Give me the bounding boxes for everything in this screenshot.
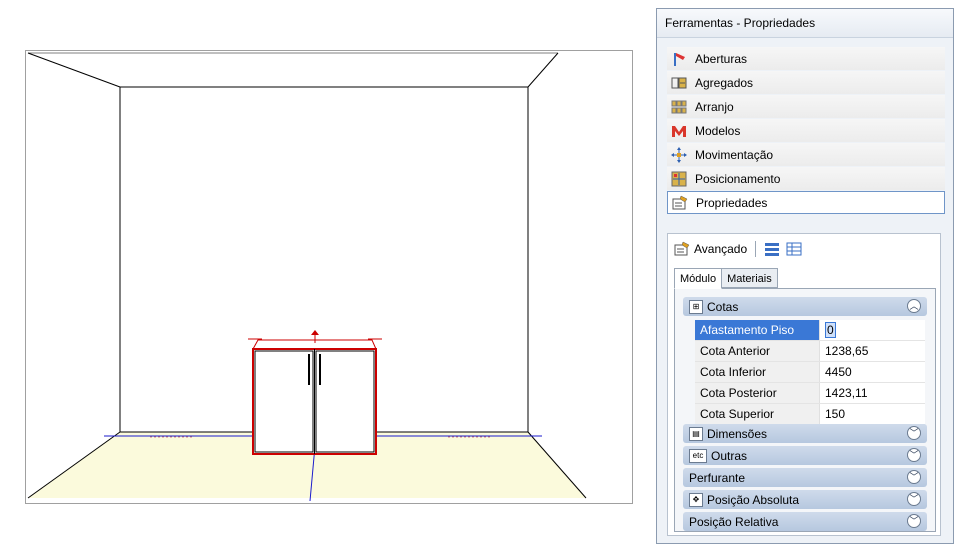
group-cotas[interactable]: ⊞ Cotas ︿ xyxy=(683,297,927,316)
advanced-properties-box: Avançado Módulo Materiais ⊞ Cotas ︿ Afas… xyxy=(667,233,941,536)
cabinet-module[interactable] xyxy=(248,330,382,455)
group-label: Posição Absoluta xyxy=(707,492,800,507)
property-value[interactable]: 0 xyxy=(819,320,925,340)
positioning-icon xyxy=(671,171,687,187)
advanced-toolbar: Avançado xyxy=(668,234,940,265)
tool-item-arranjo[interactable]: Arranjo xyxy=(667,95,945,118)
property-name: Cota Superior xyxy=(695,404,819,424)
tab-content: ⊞ Cotas ︿ Afastamento Piso 0 Cota Anteri… xyxy=(674,288,936,532)
etc-icon: etc xyxy=(689,448,707,463)
tool-label: Agregados xyxy=(695,75,754,90)
room-scene[interactable] xyxy=(26,51,634,505)
tool-label: Aberturas xyxy=(695,51,748,66)
property-value[interactable]: 1423,11 xyxy=(819,383,925,403)
tool-item-movimentacao[interactable]: Movimentação xyxy=(667,143,945,166)
tool-label: Movimentação xyxy=(695,147,774,162)
arrangement-icon xyxy=(671,99,687,115)
tool-item-propriedades[interactable]: Propriedades xyxy=(667,191,945,214)
property-row[interactable]: Afastamento Piso 0 xyxy=(695,320,925,341)
chevron-up-icon[interactable]: ︿ xyxy=(907,299,921,313)
ceiling-edge-right xyxy=(527,52,559,88)
tool-list: Aberturas Agregados Arranjo Modelos Movi… xyxy=(667,47,945,215)
ceiling-edge-left xyxy=(27,52,121,88)
categorized-view-icon[interactable] xyxy=(764,241,780,257)
group-outras[interactable]: etc Outras ﹀ xyxy=(683,446,927,465)
group-label: Cotas xyxy=(707,299,739,314)
advanced-label[interactable]: Avançado xyxy=(694,242,747,256)
tool-item-modelos[interactable]: Modelos xyxy=(667,119,945,142)
3d-viewport[interactable] xyxy=(25,50,633,504)
dimensions-icon: ▤ xyxy=(689,426,703,441)
property-name: Cota Inferior xyxy=(695,362,819,382)
chevron-down-icon[interactable]: ﹀ xyxy=(907,426,921,440)
properties-icon xyxy=(672,195,688,211)
property-name: Afastamento Piso xyxy=(695,320,819,340)
grid-view-icon[interactable] xyxy=(786,241,802,257)
group-perfurante[interactable]: Perfurante ﹀ xyxy=(683,468,927,487)
group-label: Outras xyxy=(711,448,748,463)
aggregates-icon xyxy=(671,75,687,91)
chevron-down-icon[interactable]: ﹀ xyxy=(907,492,921,506)
property-row[interactable]: Cota Anterior 1238,65 xyxy=(695,341,925,362)
toolbar-separator xyxy=(755,241,757,257)
tool-label: Modelos xyxy=(695,123,741,138)
chevron-down-icon[interactable]: ﹀ xyxy=(907,514,921,528)
tool-label: Posicionamento xyxy=(695,171,781,186)
group-dimensoes[interactable]: ▤ Dimensões ﹀ xyxy=(683,424,927,443)
property-row[interactable]: Cota Inferior 4450 xyxy=(695,362,925,383)
group-posicao-relativa[interactable]: Posição Relativa ﹀ xyxy=(683,512,927,531)
openings-icon xyxy=(671,51,687,67)
group-label: Dimensões xyxy=(707,426,768,441)
group-posicao-absoluta[interactable]: ✥ Posição Absoluta ﹀ xyxy=(683,490,927,509)
group-label: Posição Relativa xyxy=(689,514,779,529)
tool-item-aberturas[interactable]: Aberturas xyxy=(667,47,945,70)
group-label: Perfurante xyxy=(689,470,746,485)
property-value-text[interactable]: 0 xyxy=(825,322,836,338)
tab-modulo[interactable]: Módulo xyxy=(674,268,723,289)
tab-strip: Módulo Materiais xyxy=(674,268,778,289)
property-grid: Afastamento Piso 0 Cota Anterior 1238,65… xyxy=(695,320,925,425)
dimensions-icon: ⊞ xyxy=(689,299,703,314)
property-name: Cota Anterior xyxy=(695,341,819,361)
tool-label: Arranjo xyxy=(695,99,734,114)
tools-properties-panel: Ferramentas - Propriedades Aberturas Agr… xyxy=(656,8,954,544)
tool-item-posicionamento[interactable]: Posicionamento xyxy=(667,167,945,190)
properties-icon xyxy=(674,241,690,257)
models-icon xyxy=(671,123,687,139)
panel-title: Ferramentas - Propriedades xyxy=(657,9,953,38)
property-value[interactable]: 150 xyxy=(819,404,925,424)
move-icon xyxy=(671,146,687,163)
property-name: Cota Posterior xyxy=(695,383,819,403)
property-value[interactable]: 4450 xyxy=(819,362,925,382)
chevron-down-icon[interactable]: ﹀ xyxy=(907,470,921,484)
tab-materiais[interactable]: Materiais xyxy=(721,268,778,288)
position-icon: ✥ xyxy=(689,492,703,507)
property-row[interactable]: Cota Posterior 1423,11 xyxy=(695,383,925,404)
property-row[interactable]: Cota Superior 150 xyxy=(695,404,925,425)
tool-item-agregados[interactable]: Agregados xyxy=(667,71,945,94)
property-value[interactable]: 1238,65 xyxy=(819,341,925,361)
chevron-down-icon[interactable]: ﹀ xyxy=(907,448,921,462)
tool-label: Propriedades xyxy=(696,195,768,210)
